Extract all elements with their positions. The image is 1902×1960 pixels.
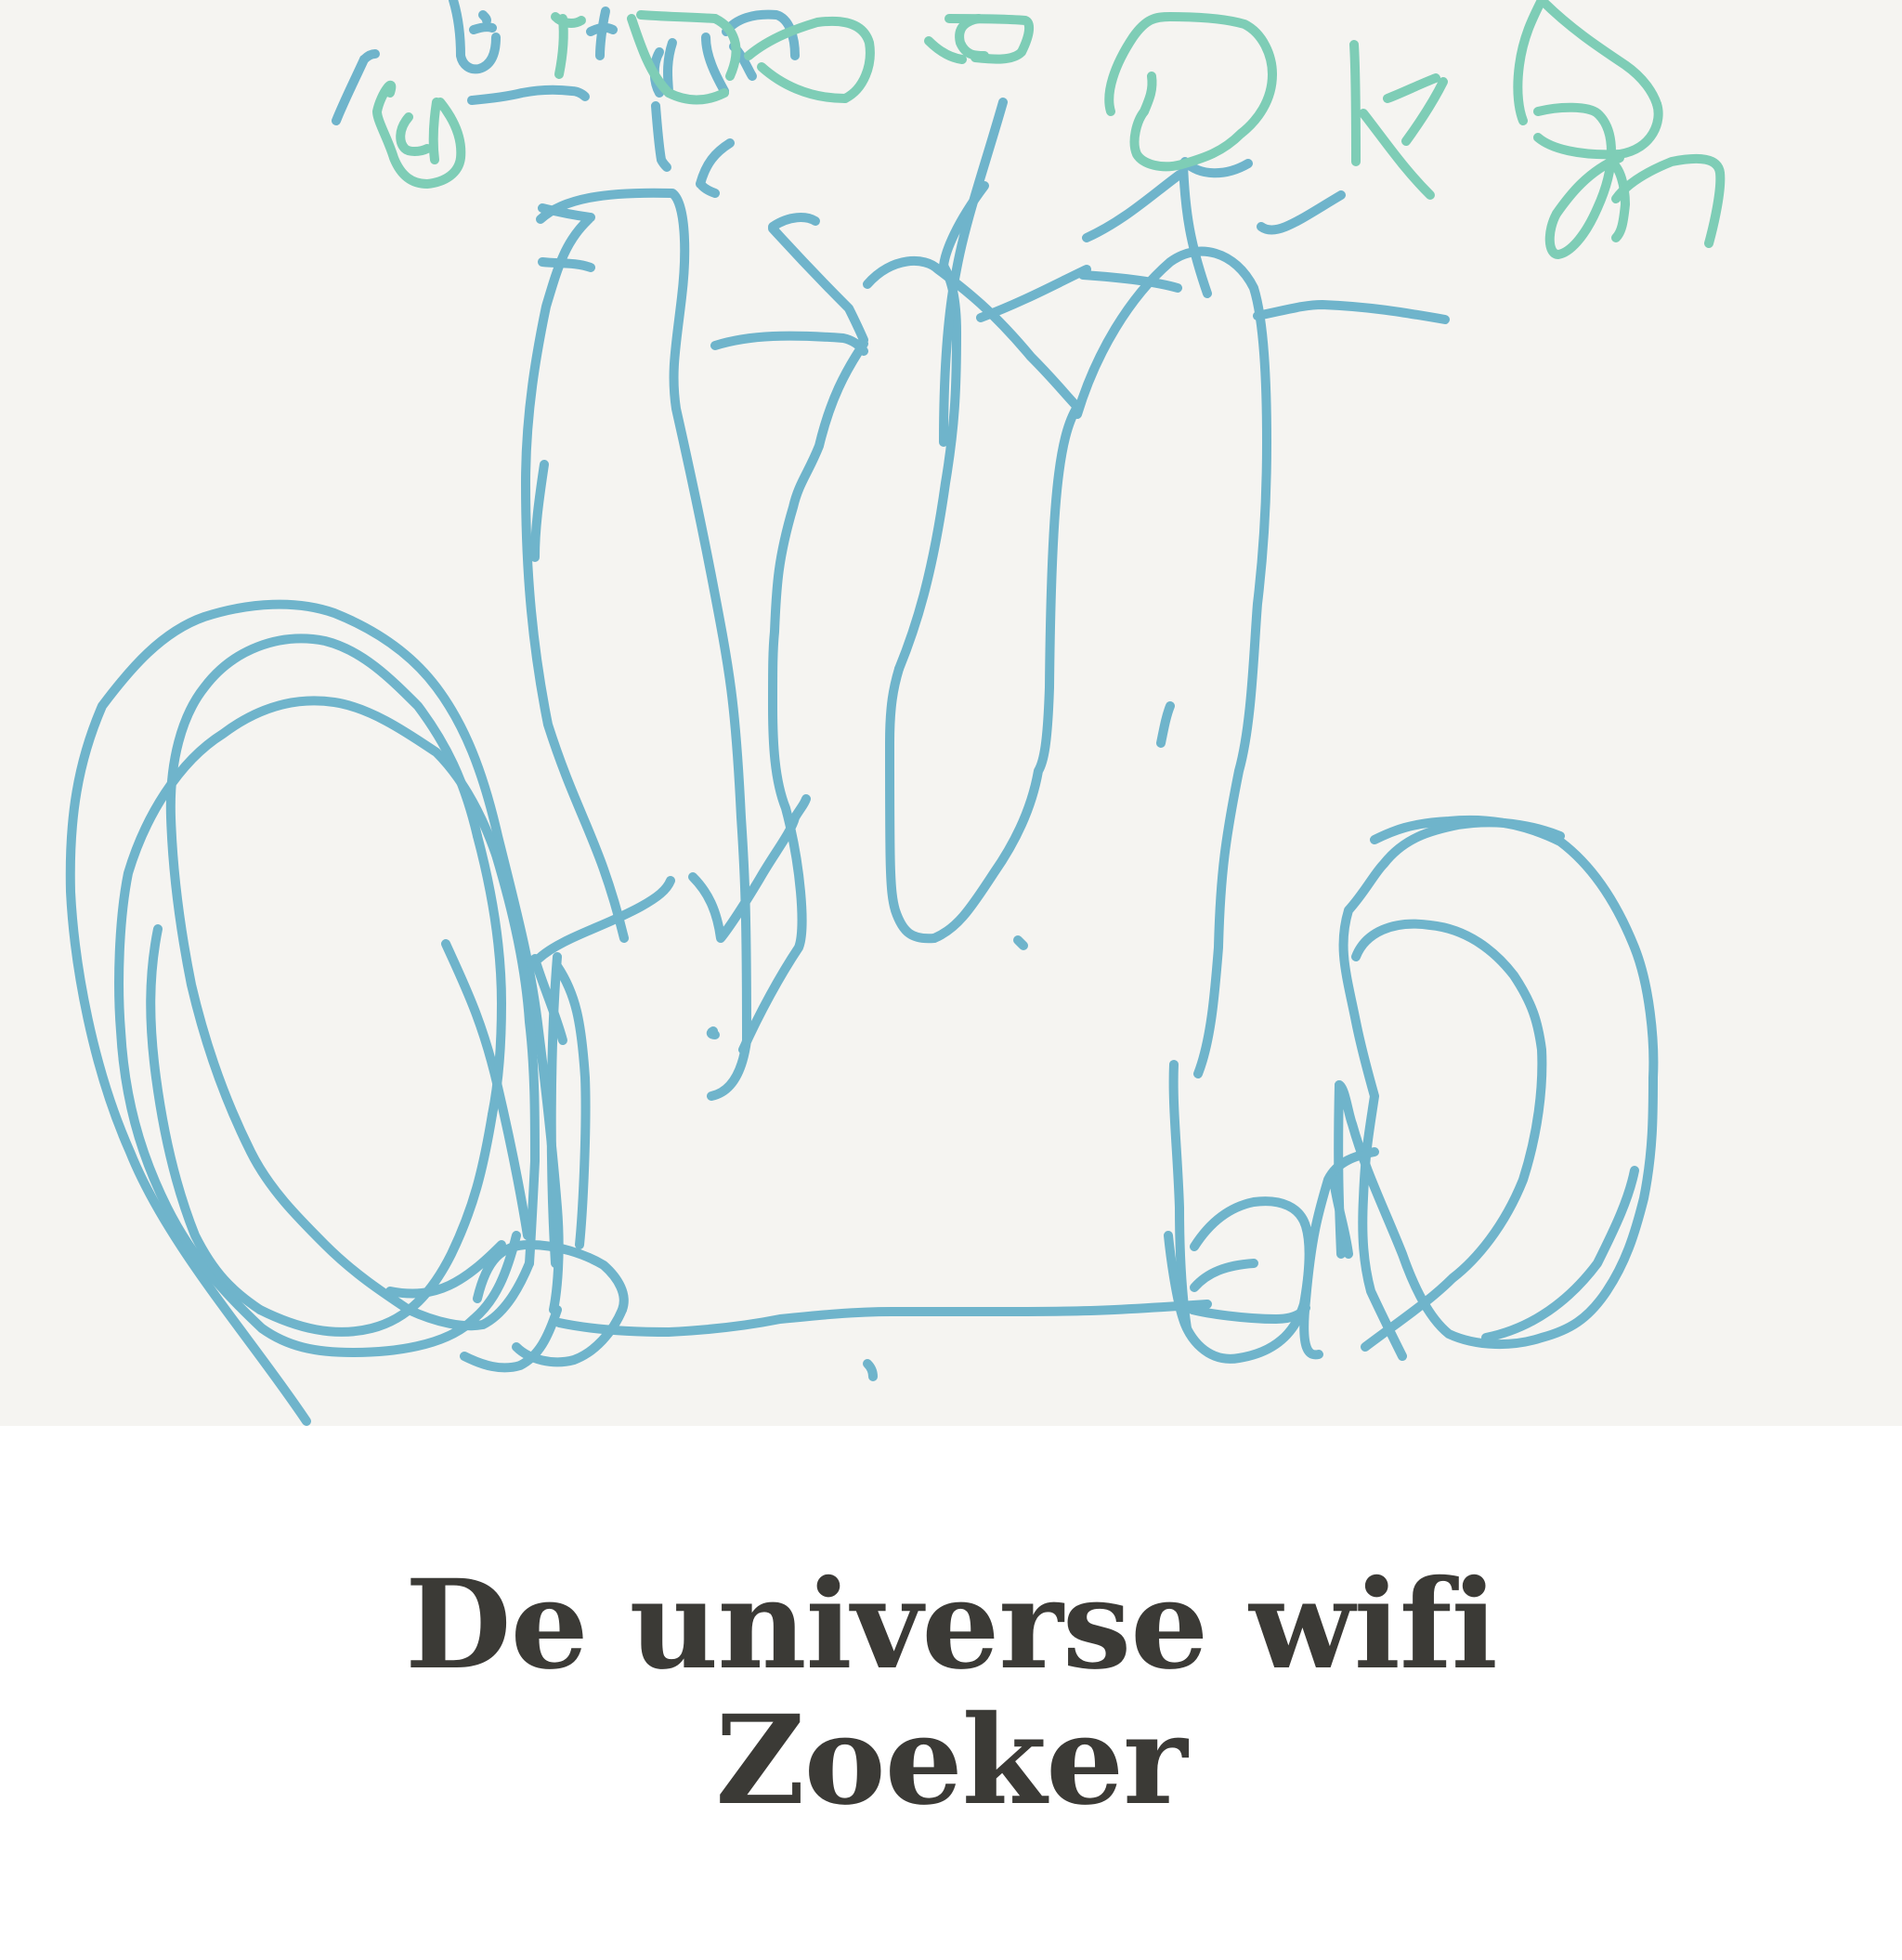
blue-scribble-4 [478, 10, 491, 25]
blue-scribble-6 [595, 7, 610, 60]
hand-drawing [65, 0, 1726, 1426]
blue-scribble-16 [530, 460, 549, 562]
blue-scribble-2 [449, 0, 501, 74]
green-stroke-24 [372, 80, 466, 189]
green-stroke-4 [710, 14, 741, 81]
green-stroke-5 [744, 16, 875, 103]
blue-stroke-26 [534, 876, 675, 963]
blue-scribble-12 [697, 181, 720, 198]
title-line-1: De universe wifi [405, 1553, 1498, 1698]
blue-stroke-32 [1190, 1259, 1258, 1292]
blue-stroke-5 [768, 213, 820, 231]
blue-scribble-5 [467, 85, 590, 105]
blue-stroke-39 [1481, 1166, 1639, 1342]
blue-scribble-10 [651, 101, 671, 172]
blue-stroke-2 [521, 215, 629, 943]
blue-strokes [521, 98, 1659, 1364]
blue-stroke-18 [1073, 246, 1271, 1078]
caption: De universe wifi Zoeker [0, 1426, 1902, 1960]
blue-stroke-10 [930, 402, 1082, 943]
green-stroke-0 [554, 14, 568, 79]
green-stroke-23 [1611, 153, 1726, 248]
blue-scribble-15 [701, 33, 729, 96]
blue-scribble-8 [663, 38, 677, 98]
blue-stroke-4 [538, 257, 595, 272]
green-stroke-10 [1104, 12, 1277, 116]
blue-stroke-35 [1335, 815, 1659, 1350]
green-stroke-6 [757, 62, 850, 103]
green-stroke-20 [1533, 102, 1616, 259]
green-stroke-12 [1140, 72, 1157, 116]
blue-stroke-9 [863, 255, 1082, 412]
title-line-2: Zoeker [715, 1688, 1187, 1833]
blue-stroke-21 [1257, 190, 1346, 235]
blue-loop-13 [512, 1305, 627, 1367]
blue-scribble-1 [359, 49, 380, 64]
blue-stroke-37 [1351, 919, 1547, 1352]
green-stroke-26 [396, 112, 432, 156]
blue-loop-10 [146, 924, 265, 1314]
blue-scribble-11 [696, 138, 735, 189]
blue-scribble-20 [707, 1026, 720, 1039]
drawing-canvas [0, 0, 1902, 1426]
blue-scribble-0 [332, 55, 369, 125]
green-stroke-9 [955, 14, 989, 60]
blue-stroke-7 [768, 224, 868, 345]
blue-loop-2 [441, 939, 532, 1240]
page-title: De universe wifi Zoeker [394, 1558, 1508, 1827]
blue-scribble-7 [586, 22, 618, 36]
blue-scribble-19 [863, 1359, 878, 1381]
green-stroke-15 [1383, 73, 1440, 103]
green-stroke-3 [636, 10, 720, 23]
blue-stroke-31 [1188, 1303, 1310, 1324]
blue-stroke-29 [554, 1300, 1212, 1337]
blue-stroke-20 [1179, 159, 1212, 298]
green-stroke-18 [1537, 0, 1661, 109]
blue-scribble-3 [469, 22, 497, 34]
blue-stroke-6 [710, 331, 868, 356]
blue-scribble-18 [1013, 935, 1028, 950]
blue-loop-9 [255, 1110, 497, 1337]
blue-stroke-19 [1253, 300, 1450, 324]
blue-stroke-30 [1164, 1196, 1314, 1364]
green-stroke-25 [428, 98, 441, 164]
blue-scribble-17 [1156, 701, 1175, 748]
blue-stroke-16 [976, 265, 1091, 322]
blue-stroke-17 [1082, 170, 1184, 242]
blue-loop-0 [65, 599, 564, 1426]
green-stroke-13 [1349, 40, 1361, 166]
green-stroke-17 [1513, 0, 1546, 125]
page: De universe wifi Zoeker [0, 0, 1902, 1960]
blue-loop-strokes [65, 599, 629, 1426]
green-stroke-1 [551, 12, 586, 28]
blue-stroke-15 [1078, 270, 1182, 293]
blue-stroke-11 [885, 664, 939, 944]
blue-stroke-8 [738, 339, 868, 1054]
